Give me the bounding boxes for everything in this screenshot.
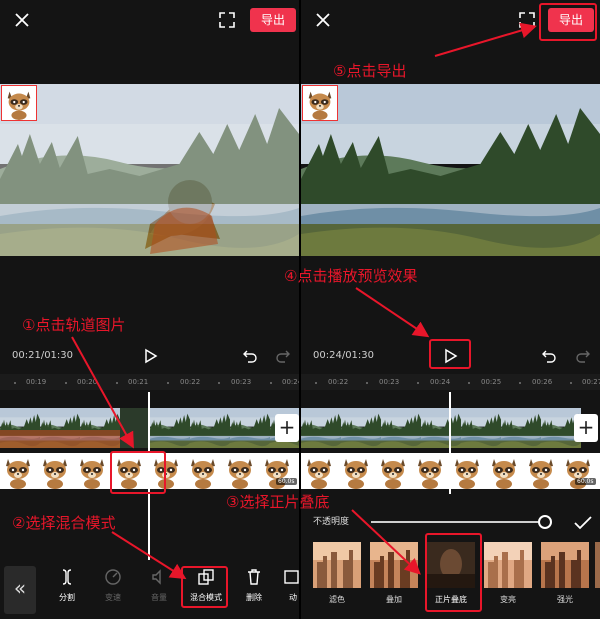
annotation-step4: ④点击播放预览效果 (284, 267, 418, 285)
arrow-step2 (111, 531, 187, 580)
annotation-step2: ②选择混合模式 (12, 514, 116, 532)
arrow-step1 (71, 336, 134, 449)
arrow-step5 (434, 22, 537, 57)
arrow-step4 (355, 287, 430, 338)
annotation-step1: ①点击轨道图片 (22, 316, 126, 334)
annotation-step3: ③选择正片叠底 (226, 493, 330, 511)
arrow-step3 (351, 509, 421, 575)
annotation-step5: ⑤点击导出 (333, 62, 407, 80)
